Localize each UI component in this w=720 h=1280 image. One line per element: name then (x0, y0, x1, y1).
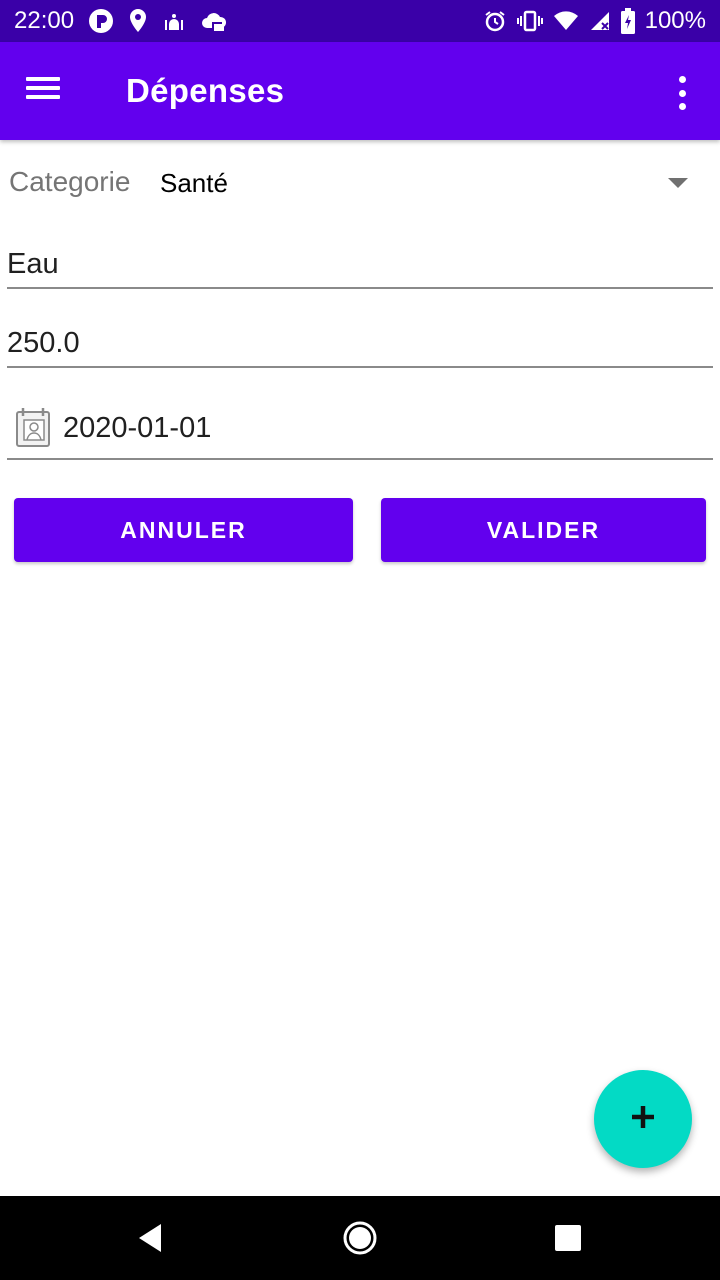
plus-icon (630, 1104, 656, 1135)
overflow-menu-icon[interactable] (670, 76, 694, 110)
category-spinner[interactable]: Santé (150, 150, 710, 216)
app-bar: Dépenses (0, 42, 720, 140)
location-icon (128, 8, 148, 34)
date-value: 2020-01-01 (63, 412, 212, 444)
validate-button[interactable]: VALIDER (381, 498, 706, 562)
category-row: Categorie Santé (0, 150, 720, 216)
add-fab-button[interactable] (594, 1070, 692, 1168)
battery-icon (620, 8, 635, 34)
vibrate-icon (516, 10, 543, 32)
calendar-icon[interactable] (15, 406, 53, 448)
cloud-icon (200, 10, 228, 32)
status-right-group: 100% (483, 7, 706, 35)
expense-name-field[interactable]: Eau (7, 232, 713, 289)
amount-field[interactable]: 250.0 (7, 310, 713, 368)
date-field[interactable]: 2020-01-01 (7, 390, 713, 460)
mosque-icon (162, 10, 186, 32)
amount-value: 250.0 (7, 327, 80, 359)
recents-icon[interactable] (518, 1196, 618, 1280)
cancel-button[interactable]: ANNULER (14, 498, 353, 562)
expense-name-value: Eau (7, 248, 59, 280)
category-label: Categorie (9, 166, 131, 197)
signal-icon (589, 10, 611, 32)
notification-app-icon (88, 8, 114, 34)
back-icon[interactable] (100, 1196, 200, 1280)
wifi-icon (553, 10, 579, 32)
status-left-group: 22:00 (14, 7, 228, 35)
category-value: Santé (160, 168, 228, 198)
battery-percent: 100% (644, 7, 706, 34)
alarm-icon (483, 9, 507, 33)
dropdown-arrow-icon (668, 178, 688, 188)
status-time: 22:00 (14, 7, 75, 34)
menu-icon[interactable] (26, 72, 72, 110)
status-bar: 22:00 100% (0, 0, 720, 42)
system-nav-bar (0, 1196, 720, 1280)
home-icon[interactable] (310, 1196, 410, 1280)
page-title: Dépenses (126, 72, 285, 109)
